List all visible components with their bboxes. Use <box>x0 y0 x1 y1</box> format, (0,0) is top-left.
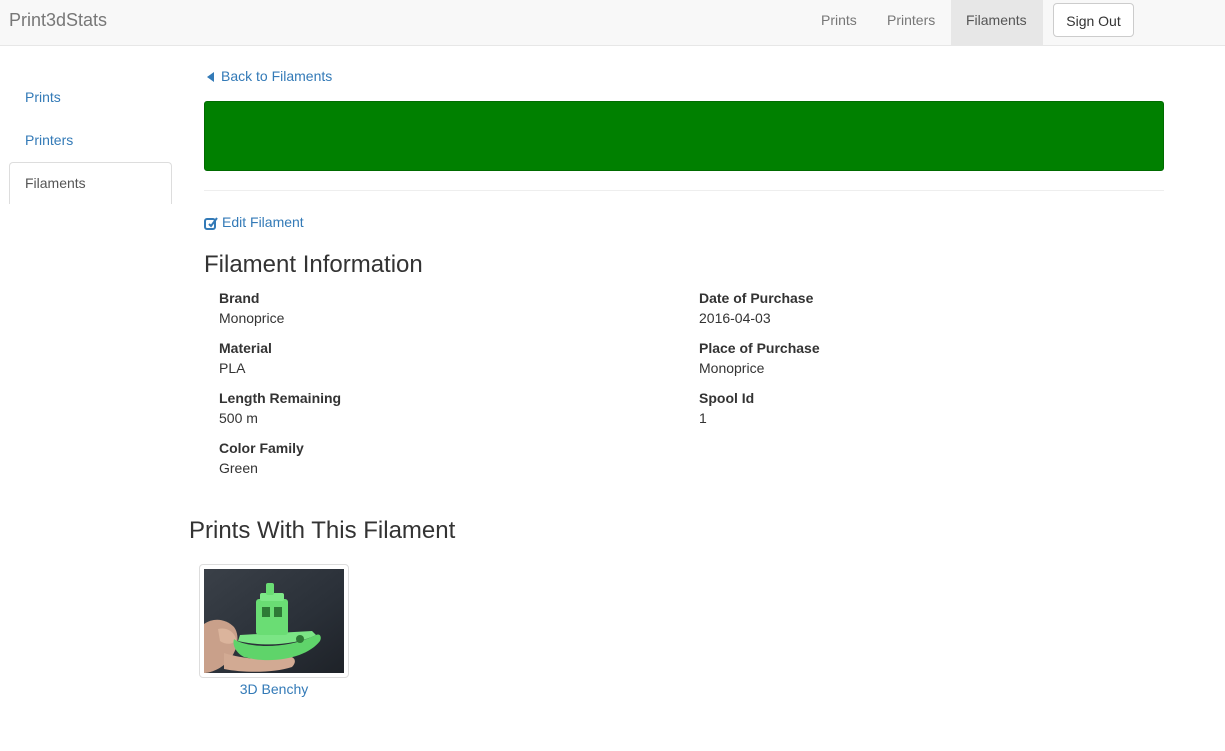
field-value: PLA <box>219 360 246 376</box>
field-value: 2016-04-03 <box>699 310 771 326</box>
sidebar-item-prints[interactable]: Prints <box>9 76 172 118</box>
field-label: Place of Purchase <box>699 340 820 356</box>
field-length-remaining: Length Remaining 500 m <box>219 388 341 428</box>
edit-icon <box>204 216 218 234</box>
sidebar-item-filaments[interactable]: Filaments <box>9 162 172 204</box>
back-to-filaments-link[interactable]: Back to Filaments <box>207 67 332 85</box>
field-label: Color Family <box>219 440 304 456</box>
nav-item-filaments[interactable]: Filaments <box>951 0 1043 45</box>
field-material: Material PLA <box>219 338 272 378</box>
back-link-label: Back to Filaments <box>221 68 333 84</box>
field-label: Brand <box>219 290 260 306</box>
field-value: Green <box>219 460 258 476</box>
sidebar-item-printers[interactable]: Printers <box>9 119 172 161</box>
field-label: Material <box>219 340 272 356</box>
field-value: 500 m <box>219 410 258 426</box>
divider <box>204 190 1164 191</box>
filament-information-heading: Filament Information <box>204 251 423 278</box>
benchy-photo-image <box>204 569 344 673</box>
print-thumbnail[interactable] <box>199 564 349 678</box>
field-date-of-purchase: Date of Purchase 2016-04-03 <box>699 288 813 328</box>
nav-item-printers[interactable]: Printers <box>872 0 950 45</box>
field-label: Length Remaining <box>219 390 342 406</box>
field-value: Monoprice <box>699 360 765 376</box>
edit-link-label: Edit Filament <box>222 214 304 230</box>
sign-out-button[interactable]: Sign Out <box>1053 3 1134 37</box>
print-name-link[interactable]: 3D Benchy <box>199 680 349 698</box>
nav-item-prints[interactable]: Prints <box>806 0 872 45</box>
field-brand: Brand Monoprice <box>219 288 284 328</box>
field-label: Date of Purchase <box>699 290 814 306</box>
edit-filament-link[interactable]: Edit Filament <box>204 213 304 234</box>
brand-link[interactable]: Print3dStats <box>9 10 107 30</box>
field-value: 1 <box>699 410 707 426</box>
filament-color-swatch <box>204 101 1164 171</box>
field-label: Spool Id <box>699 390 755 406</box>
field-value: Monoprice <box>219 310 285 326</box>
top-navbar: Print3dStats Prints Printers Filaments S… <box>0 0 1225 46</box>
caret-left-icon <box>207 72 214 82</box>
prints-with-filament-heading: Prints With This Filament <box>189 517 456 544</box>
field-color-family: Color Family Green <box>219 438 304 478</box>
field-spool-id: Spool Id 1 <box>699 388 754 428</box>
field-place-of-purchase: Place of Purchase Monoprice <box>699 338 820 378</box>
